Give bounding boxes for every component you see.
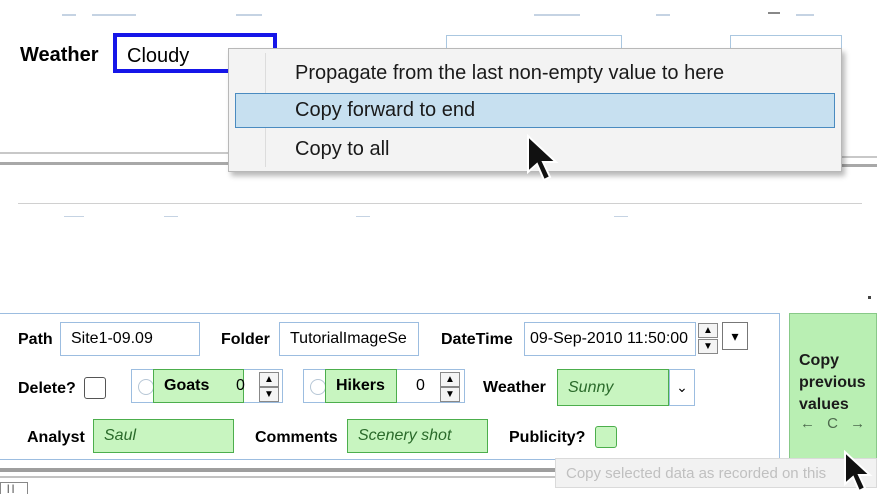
bottom-separator — [0, 476, 560, 478]
data-entry-panel: Path Site1-09.09 Folder TutorialImageSe … — [0, 313, 780, 460]
datetime-down-button[interactable]: ▼ — [698, 339, 718, 354]
faint-mark — [534, 14, 580, 16]
faint-mark — [62, 14, 76, 16]
row-separator — [842, 164, 877, 167]
row-separator — [842, 156, 877, 158]
weather-label: Weather — [20, 44, 99, 66]
faint-mark — [64, 216, 84, 217]
hikers-radio[interactable] — [310, 379, 326, 395]
comments-field[interactable]: Scenery shot — [347, 419, 488, 453]
copy-direction-indicator: ← C → — [800, 415, 870, 432]
goats-down-button[interactable]: ▼ — [259, 387, 279, 402]
faint-mark — [796, 14, 814, 16]
publicity-label: Publicity? — [509, 429, 586, 446]
path-label: Path — [18, 331, 53, 348]
faint-mark — [768, 12, 780, 14]
faint-mark — [656, 14, 670, 16]
folder-field[interactable]: TutorialImageSe — [279, 322, 419, 356]
datetime-up-button[interactable]: ▲ — [698, 323, 718, 338]
goats-value[interactable]: 0 — [236, 377, 245, 395]
hikers-label: Hikers — [325, 369, 397, 403]
row-separator — [0, 152, 228, 154]
analyst-label: Analyst — [27, 429, 85, 446]
goats-counter: Goats 0 ▲ ▼ — [131, 369, 283, 403]
comments-label: Comments — [255, 429, 338, 446]
hikers-down-button[interactable]: ▼ — [440, 387, 460, 402]
datetime-label: DateTime — [441, 331, 513, 348]
copy-previous-label: Copy previous values — [799, 350, 866, 416]
faint-mark — [164, 216, 178, 217]
copy-previous-values-button[interactable]: Copy previous values ← C → — [789, 313, 877, 463]
datetime-dropdown-button[interactable]: ▾ — [722, 322, 748, 350]
bottom-tab-stub[interactable]: | | — [0, 482, 28, 494]
faint-mark — [236, 14, 262, 16]
delete-label: Delete? — [18, 380, 76, 397]
analyst-field[interactable]: Saul — [93, 419, 234, 453]
weather-label-bottom: Weather — [483, 379, 546, 396]
goats-label: Goats — [153, 369, 244, 403]
folder-label: Folder — [221, 331, 270, 348]
faint-mark — [614, 216, 628, 217]
hikers-up-button[interactable]: ▲ — [440, 372, 460, 387]
goats-radio[interactable] — [138, 379, 154, 395]
copy-label-line2: previous — [799, 374, 866, 391]
faint-mark — [868, 296, 871, 299]
menu-item-propagate[interactable]: Propagate from the last non-empty value … — [235, 56, 835, 91]
delete-checkbox[interactable] — [84, 377, 106, 399]
datetime-field[interactable]: 09-Sep-2010 11:50:00 — [524, 322, 696, 356]
copy-label-line1: Copy — [799, 352, 839, 369]
goats-up-button[interactable]: ▲ — [259, 372, 279, 387]
faint-mark — [92, 14, 136, 16]
row-separator — [0, 162, 228, 165]
publicity-checkbox[interactable] — [595, 426, 617, 448]
mouse-cursor-icon — [844, 450, 873, 493]
path-field[interactable]: Site1-09.09 — [60, 322, 200, 356]
weather-dropdown-button[interactable]: ⌄ — [669, 369, 695, 406]
mouse-cursor-icon — [527, 134, 559, 182]
tooltip: Copy selected data as recorded on this — [555, 458, 877, 488]
menu-item-copy-forward[interactable]: Copy forward to end — [235, 93, 835, 128]
copy-label-line3: values — [799, 396, 849, 413]
weather-field-bottom[interactable]: Sunny — [557, 369, 669, 406]
faint-mark — [356, 216, 370, 217]
hikers-counter: Hikers 0 ▲ ▼ — [303, 369, 465, 403]
hikers-value[interactable]: 0 — [416, 377, 425, 395]
faint-divider — [18, 203, 862, 204]
